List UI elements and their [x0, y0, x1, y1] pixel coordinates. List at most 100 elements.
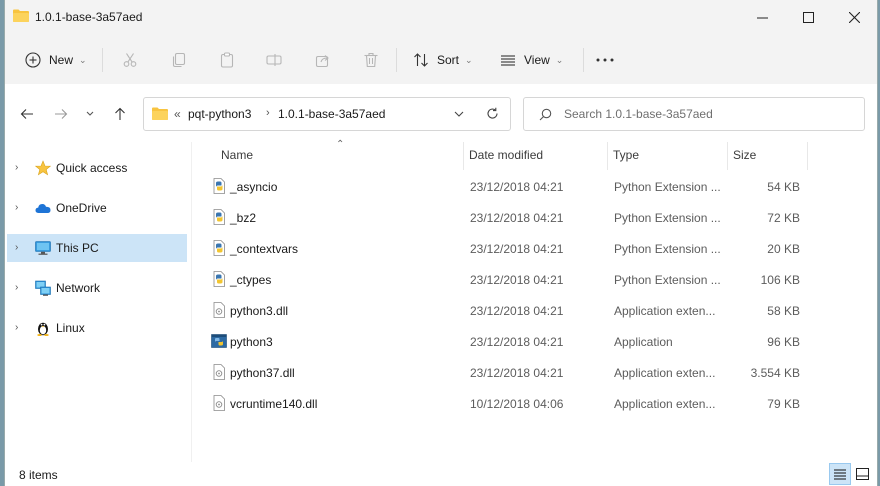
file-date-modified: 23/12/2018 04:21	[470, 211, 564, 225]
close-button[interactable]	[831, 0, 877, 34]
navigation-pane: › Quick access › OneDrive › This PC › Ne…	[5, 142, 192, 462]
chevron-down-icon	[86, 111, 94, 116]
recent-locations-button[interactable]	[83, 105, 97, 123]
column-header-type[interactable]: Type	[613, 142, 727, 170]
title-bar[interactable]: 1.0.1-base-3a57aed	[5, 0, 877, 36]
file-size: 72 KB	[767, 211, 800, 225]
expand-chevron-icon[interactable]: ›	[15, 242, 18, 253]
column-header-label: Name	[221, 148, 254, 162]
breadcrumb-separator-icon: ›	[266, 107, 270, 119]
maximize-button[interactable]	[785, 0, 831, 34]
file-row[interactable]: python3 23/12/2018 04:21 Application 96 …	[207, 326, 811, 357]
address-bar[interactable]: « pqt-python3 › 1.0.1-base-3a57aed	[143, 97, 511, 131]
sidebar-item-linux[interactable]: › Linux	[7, 314, 187, 342]
arrow-right-icon	[55, 109, 68, 119]
file-name: vcruntime140.dll	[230, 397, 318, 411]
file-name: python3	[230, 335, 273, 349]
column-divider[interactable]	[607, 142, 608, 170]
column-divider[interactable]	[727, 142, 728, 170]
file-row[interactable]: python3.dll 23/12/2018 04:21 Application…	[207, 295, 811, 326]
minimize-button[interactable]	[739, 0, 785, 34]
sidebar-item-label: Linux	[56, 321, 85, 335]
up-button[interactable]	[110, 105, 130, 123]
column-header-label: Size	[733, 148, 757, 162]
search-placeholder: Search 1.0.1-base-3a57aed	[564, 107, 713, 121]
refresh-icon[interactable]	[486, 107, 499, 120]
sort-button[interactable]: Sort ⌄	[413, 47, 473, 73]
file-row[interactable]: _ctypes 23/12/2018 04:21 Python Extensio…	[207, 264, 811, 295]
file-explorer-window: 1.0.1-base-3a57aed New ⌄ Sort ⌄ View ⌄ «…	[4, 0, 878, 486]
share-icon	[315, 55, 329, 68]
search-box[interactable]: Search 1.0.1-base-3a57aed	[523, 97, 865, 131]
python-extension-icon	[213, 271, 225, 287]
file-date-modified: 23/12/2018 04:21	[470, 366, 564, 380]
file-type: Python Extension ...	[614, 273, 721, 287]
search-icon	[539, 108, 552, 121]
maximize-icon	[802, 11, 814, 23]
folder-icon	[13, 9, 29, 22]
file-date-modified: 10/12/2018 04:06	[470, 397, 564, 411]
column-header-name[interactable]: Name	[221, 142, 461, 170]
file-row[interactable]: python37.dll 23/12/2018 04:21 Applicatio…	[207, 357, 811, 388]
view-list-icon	[501, 55, 515, 66]
sidebar-item-label: OneDrive	[56, 201, 107, 215]
file-date-modified: 23/12/2018 04:21	[470, 273, 564, 287]
minimize-icon	[756, 17, 768, 18]
breadcrumb-item[interactable]: pqt-python3	[188, 107, 251, 121]
file-type: Application exten...	[614, 304, 716, 318]
forward-button[interactable]	[51, 105, 71, 123]
expand-chevron-icon[interactable]: ›	[15, 282, 18, 293]
sidebar-item-quick-access[interactable]: › Quick access	[7, 154, 187, 182]
tiles-view-button[interactable]	[851, 463, 873, 485]
chevron-down-icon: ⌄	[555, 54, 564, 65]
file-row[interactable]: _asyncio 23/12/2018 04:21 Python Extensi…	[207, 171, 811, 202]
breadcrumb-overflow[interactable]: «	[174, 107, 181, 121]
column-header-size[interactable]: Size	[733, 142, 805, 170]
column-divider[interactable]	[807, 142, 808, 170]
file-size: 54 KB	[767, 180, 800, 194]
file-row[interactable]: vcruntime140.dll 10/12/2018 04:06 Applic…	[207, 388, 811, 419]
view-button[interactable]: View ⌄	[500, 47, 563, 73]
plus-circle-icon	[25, 52, 41, 68]
copy-button[interactable]	[171, 47, 187, 73]
new-button-label: New	[49, 53, 74, 67]
window-title: 1.0.1-base-3a57aed	[35, 10, 143, 24]
details-view-button[interactable]	[829, 463, 851, 485]
column-divider[interactable]	[463, 142, 464, 170]
file-row[interactable]: _contextvars 23/12/2018 04:21 Python Ext…	[207, 233, 811, 264]
expand-chevron-icon[interactable]: ›	[15, 162, 18, 173]
more-options-button[interactable]	[595, 47, 615, 73]
dll-file-icon	[213, 302, 225, 318]
file-row[interactable]: _bz2 23/12/2018 04:21 Python Extension .…	[207, 202, 811, 233]
dll-file-icon	[213, 395, 225, 411]
sidebar-item-network[interactable]: › Network	[7, 274, 187, 302]
rename-button[interactable]	[266, 47, 282, 73]
chevron-down-icon[interactable]	[454, 111, 464, 118]
share-button[interactable]	[315, 47, 331, 73]
file-name: python37.dll	[230, 366, 295, 380]
sidebar-item-label: Quick access	[56, 161, 128, 175]
paste-button[interactable]	[219, 47, 235, 73]
delete-button[interactable]	[363, 47, 379, 73]
file-type: Python Extension ...	[614, 180, 721, 194]
more-dots-icon	[596, 58, 614, 62]
file-name: _bz2	[230, 211, 257, 225]
tiles-view-icon	[855, 468, 869, 480]
expand-chevron-icon[interactable]: ›	[15, 322, 18, 333]
sidebar-item-this-pc[interactable]: › This PC	[7, 234, 187, 262]
file-type: Application exten...	[614, 366, 716, 380]
file-name: _contextvars	[230, 242, 299, 256]
scissors-icon	[123, 53, 137, 67]
expand-chevron-icon[interactable]: ›	[15, 202, 18, 213]
column-header-date-modified[interactable]: Date modified	[469, 142, 607, 170]
column-header-label: Type	[613, 148, 640, 162]
sidebar-item-onedrive[interactable]: › OneDrive	[7, 194, 187, 222]
new-button[interactable]: New ⌄	[25, 47, 87, 73]
breadcrumb-item[interactable]: 1.0.1-base-3a57aed	[278, 107, 385, 121]
back-button[interactable]	[17, 105, 37, 123]
file-size: 106 KB	[760, 273, 800, 287]
cut-button[interactable]	[122, 47, 138, 73]
file-type: Python Extension ...	[614, 211, 721, 225]
file-type: Application	[614, 335, 673, 349]
view-button-label: View	[524, 53, 550, 67]
